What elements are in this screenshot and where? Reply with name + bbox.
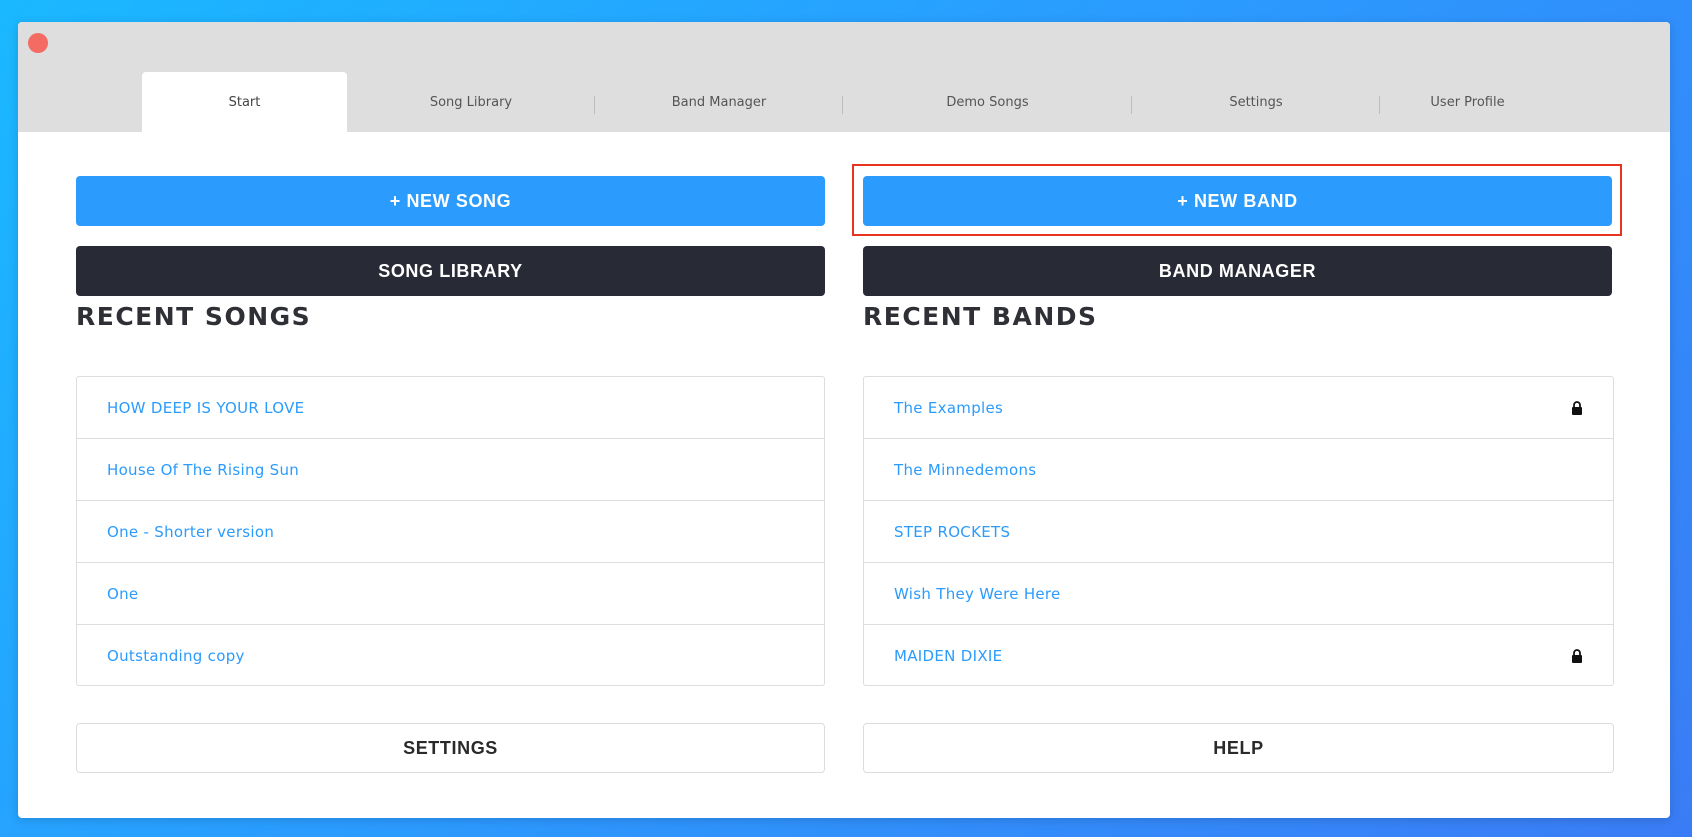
recent-song-item[interactable]: House Of The Rising Sun [77,439,824,501]
recent-band-item[interactable]: STEP ROCKETS [864,501,1613,563]
tab-label: Start [228,94,261,110]
tab-label: Band Manager [671,94,767,110]
tab-band-manager[interactable]: Band Manager [595,72,843,132]
band-name: The Minnedemons [894,460,1037,479]
recent-song-item[interactable]: HOW DEEP IS YOUR LOVE [77,377,824,439]
recent-band-item[interactable]: Wish They Were Here [864,563,1613,625]
close-window-button[interactable] [28,33,48,53]
recent-band-item[interactable]: The Examples [864,377,1613,439]
help-button[interactable]: HELP [863,723,1614,773]
tab-user-profile[interactable]: User Profile [1380,72,1555,132]
band-name: Wish They Were Here [894,584,1061,603]
recent-band-item[interactable]: The Minnedemons [864,439,1613,501]
tab-demo-songs[interactable]: Demo Songs [843,72,1132,132]
band-name: STEP ROCKETS [894,522,1011,541]
song-title: HOW DEEP IS YOUR LOVE [107,398,305,417]
app-window: Start Song Library Band Manager Demo Son… [18,22,1670,818]
recent-songs-heading: RECENT SONGS [76,302,312,331]
tab-label: User Profile [1430,94,1505,110]
recent-band-item[interactable]: MAIDEN DIXIE [864,625,1613,685]
lock-icon [1572,400,1582,415]
song-title: One - Shorter version [107,522,275,541]
tab-bar: Start Song Library Band Manager Demo Son… [142,72,1555,132]
band-manager-button[interactable]: BAND MANAGER [863,246,1612,296]
title-bar: Start Song Library Band Manager Demo Son… [18,22,1670,132]
tab-label: Song Library [429,94,513,110]
tab-start[interactable]: Start [142,72,347,132]
new-song-button[interactable]: + NEW SONG [76,176,825,226]
tab-label: Settings [1229,94,1283,110]
lock-icon [1572,648,1582,663]
tab-label: Demo Songs [946,94,1029,110]
tab-settings[interactable]: Settings [1132,72,1380,132]
recent-bands-list: The Examples The Minnedemons STEP ROCKET… [863,376,1614,686]
song-title: One [107,584,139,603]
song-library-button[interactable]: SONG LIBRARY [76,246,825,296]
recent-bands-heading: RECENT BANDS [863,302,1098,331]
recent-song-item[interactable]: Outstanding copy [77,625,824,685]
tab-song-library[interactable]: Song Library [347,72,595,132]
recent-songs-list: HOW DEEP IS YOUR LOVE House Of The Risin… [76,376,825,686]
recent-song-item[interactable]: One [77,563,824,625]
settings-button[interactable]: SETTINGS [76,723,825,773]
song-title: Outstanding copy [107,646,245,665]
band-name: The Examples [894,398,1004,417]
recent-song-item[interactable]: One - Shorter version [77,501,824,563]
new-band-button[interactable]: + NEW BAND [863,176,1612,226]
band-name: MAIDEN DIXIE [894,646,1003,665]
song-title: House Of The Rising Sun [107,460,300,479]
